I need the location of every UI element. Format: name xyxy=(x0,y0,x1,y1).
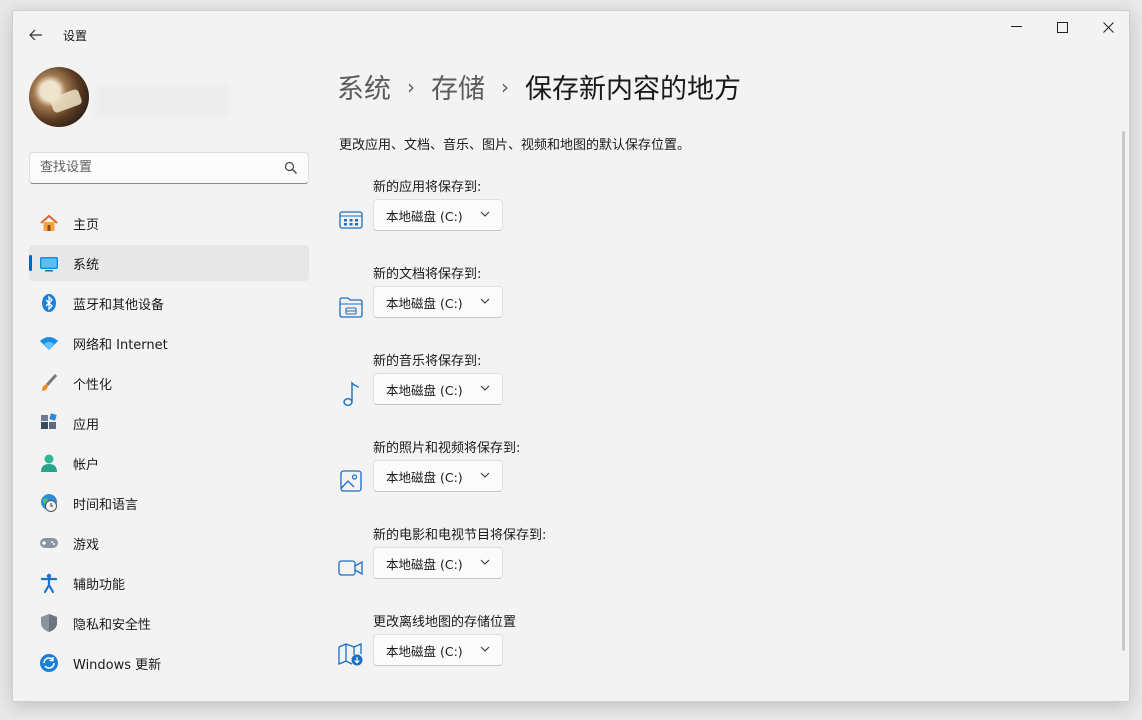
gaming-icon xyxy=(39,533,59,553)
user-name-blurred xyxy=(95,85,229,117)
dropdown-value: 本地磁盘 (C:) xyxy=(386,295,463,311)
sidebar-item-accessibility[interactable]: 辅助功能 xyxy=(29,565,309,601)
movies-tv-location-dropdown[interactable]: 本地磁盘 (C:) xyxy=(373,547,503,579)
documents-location-dropdown[interactable]: 本地磁盘 (C:) xyxy=(373,286,503,318)
sidebar-item-label: 时间和语言 xyxy=(73,497,139,513)
brush-icon xyxy=(39,373,59,393)
close-icon xyxy=(1102,21,1114,33)
sidebar-item-gaming[interactable]: 游戏 xyxy=(29,525,309,561)
music-note-icon xyxy=(337,380,365,408)
map-download-icon xyxy=(337,641,365,669)
photos-videos-location-dropdown[interactable]: 本地磁盘 (C:) xyxy=(373,460,503,492)
setting-label: 新的应用将保存到: xyxy=(373,180,482,195)
sidebar-item-network[interactable]: 网络和 Internet xyxy=(29,325,309,361)
chevron-down-icon xyxy=(480,298,490,304)
dropdown-value: 本地磁盘 (C:) xyxy=(386,643,463,659)
breadcrumb-storage[interactable]: 存储 xyxy=(431,67,485,106)
bluetooth-icon xyxy=(39,293,59,313)
dropdown-value: 本地磁盘 (C:) xyxy=(386,382,463,398)
setting-label: 更改离线地图的存储位置 xyxy=(373,615,517,630)
chevron-down-icon xyxy=(480,646,490,652)
breadcrumb: 系统 › 存储 › 保存新内容的地方 xyxy=(337,67,741,106)
apps-location-dropdown[interactable]: 本地磁盘 (C:) xyxy=(373,199,503,231)
sidebar-item-privacy[interactable]: 隐私和安全性 xyxy=(29,605,309,641)
maximize-icon xyxy=(1056,21,1068,33)
sidebar-item-label: 蓝牙和其他设备 xyxy=(73,297,165,313)
minimize-button[interactable] xyxy=(993,11,1039,43)
sidebar-item-bluetooth[interactable]: 蓝牙和其他设备 xyxy=(29,285,309,321)
breadcrumb-system[interactable]: 系统 xyxy=(337,67,391,106)
breadcrumb-separator: › xyxy=(501,74,509,99)
sidebar-item-label: 应用 xyxy=(73,417,100,433)
search-box[interactable] xyxy=(29,152,309,184)
chevron-down-icon xyxy=(480,559,490,565)
chevron-down-icon xyxy=(480,472,490,478)
setting-label: 新的音乐将保存到: xyxy=(373,354,482,369)
sidebar-item-label: 辅助功能 xyxy=(73,577,126,593)
sidebar-item-label: 个性化 xyxy=(73,377,113,393)
sidebar-item-label: 帐户 xyxy=(73,457,100,473)
dropdown-value: 本地磁盘 (C:) xyxy=(386,208,463,224)
sidebar-item-label: Windows 更新 xyxy=(73,657,162,673)
picture-icon xyxy=(337,467,365,495)
dropdown-value: 本地磁盘 (C:) xyxy=(386,556,463,572)
sidebar-item-home[interactable]: 主页 xyxy=(29,205,309,241)
offline-maps-location-dropdown[interactable]: 本地磁盘 (C:) xyxy=(373,634,503,666)
apps-storage-icon xyxy=(337,206,365,234)
app-title: 设置 xyxy=(63,29,88,43)
sidebar-item-apps[interactable]: 应用 xyxy=(29,405,309,441)
sidebar-item-label: 主页 xyxy=(73,217,100,233)
setting-label: 新的文档将保存到: xyxy=(373,267,482,282)
scrollbar[interactable] xyxy=(1122,131,1125,651)
home-icon xyxy=(39,213,59,233)
dropdown-value: 本地磁盘 (C:) xyxy=(386,469,463,485)
close-button[interactable] xyxy=(1085,11,1129,43)
sidebar-item-accounts[interactable]: 帐户 xyxy=(29,445,309,481)
update-icon xyxy=(39,653,59,673)
maximize-button[interactable] xyxy=(1039,11,1085,43)
back-arrow-icon xyxy=(29,29,42,41)
sidebar-nav: 主页 系统 蓝牙和其他设备 网络和 Internet 个性化 应用 帐户 时间和… xyxy=(29,205,309,685)
video-camera-icon xyxy=(337,554,365,582)
user-profile[interactable] xyxy=(29,67,229,127)
folder-icon xyxy=(337,293,365,321)
sidebar-item-label: 系统 xyxy=(73,257,100,273)
search-input[interactable] xyxy=(40,160,270,175)
sidebar-item-label: 游戏 xyxy=(73,537,100,553)
shield-icon xyxy=(39,613,59,633)
music-location-dropdown[interactable]: 本地磁盘 (C:) xyxy=(373,373,503,405)
sidebar-item-label: 网络和 Internet xyxy=(73,337,168,353)
search-icon[interactable] xyxy=(284,161,298,175)
chevron-down-icon xyxy=(480,211,490,217)
settings-window: 设置 主页 系统 xyxy=(12,10,1130,702)
page-title: 保存新内容的地方 xyxy=(525,74,741,105)
page-description: 更改应用、文档、音乐、图片、视频和地图的默认保存位置。 xyxy=(339,138,691,153)
account-icon xyxy=(39,453,59,473)
time-language-icon xyxy=(39,493,59,513)
setting-label: 新的电影和电视节目将保存到: xyxy=(373,528,547,543)
chevron-down-icon xyxy=(480,385,490,391)
avatar[interactable] xyxy=(29,67,89,127)
back-button[interactable] xyxy=(23,23,49,47)
sidebar-item-label: 隐私和安全性 xyxy=(73,617,152,633)
wifi-icon xyxy=(39,333,59,353)
sidebar-item-time-language[interactable]: 时间和语言 xyxy=(29,485,309,521)
setting-label: 新的照片和视频将保存到: xyxy=(373,441,521,456)
sidebar-item-system[interactable]: 系统 xyxy=(29,245,309,281)
sidebar-item-windows-update[interactable]: Windows 更新 xyxy=(29,645,309,681)
system-icon xyxy=(39,253,59,273)
accessibility-icon xyxy=(39,573,59,593)
sidebar-item-personalization[interactable]: 个性化 xyxy=(29,365,309,401)
title-bar: 设置 xyxy=(13,11,1129,57)
minimize-icon xyxy=(1010,26,1022,27)
apps-icon xyxy=(39,413,59,433)
breadcrumb-separator: › xyxy=(407,74,415,99)
